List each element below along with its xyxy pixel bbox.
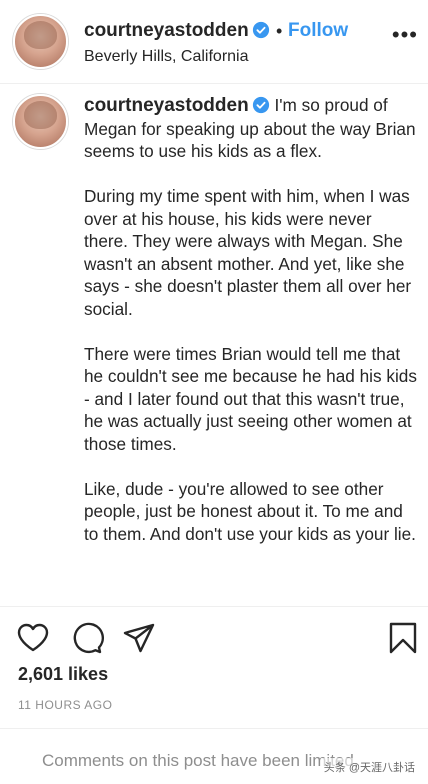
caption-paragraph: courtneyastodden I'm so proud of Megan f… [84, 94, 419, 163]
more-options-icon[interactable]: ••• [392, 24, 418, 46]
caption-avatar[interactable] [13, 94, 68, 149]
heart-icon[interactable] [16, 621, 50, 655]
comments-section: Comments on this post have been limited.… [0, 728, 428, 784]
post-timestamp: 11 HOURS AGO [18, 698, 113, 712]
avatar[interactable] [13, 14, 68, 69]
location-link[interactable]: Beverly Hills, California [84, 48, 249, 66]
follow-button[interactable]: Follow [288, 20, 348, 42]
watermark: 头条 @天涯八卦话 [320, 758, 418, 776]
action-bar [0, 606, 428, 658]
caption-username-link[interactable]: courtneyastodden [84, 95, 249, 116]
caption-text: courtneyastodden I'm so proud of Megan f… [84, 94, 419, 545]
likes-count[interactable]: 2,601 likes [18, 664, 108, 685]
share-icon[interactable] [122, 621, 156, 655]
verified-badge-icon [252, 21, 269, 39]
caption-paragraph-4: Like, dude - you're allowed to see other… [84, 478, 416, 544]
separator-dot: • [276, 21, 283, 41]
header-username-row: courtneyastodden [84, 20, 270, 42]
caption-paragraph-3: There were times Brian would tell me tha… [84, 343, 417, 454]
username-link[interactable]: courtneyastodden [84, 20, 249, 41]
post-header: courtneyastodden • Follow Beverly Hills,… [0, 0, 428, 84]
comments-limited-notice: Comments on this post have been limited. [42, 751, 359, 770]
caption-paragraph-2: During my time spent with him, when I wa… [84, 186, 412, 319]
caption-section: courtneyastodden I'm so proud of Megan f… [0, 84, 428, 604]
verified-badge-icon [252, 96, 269, 114]
bookmark-icon[interactable] [386, 621, 420, 655]
comment-icon[interactable] [70, 621, 104, 655]
